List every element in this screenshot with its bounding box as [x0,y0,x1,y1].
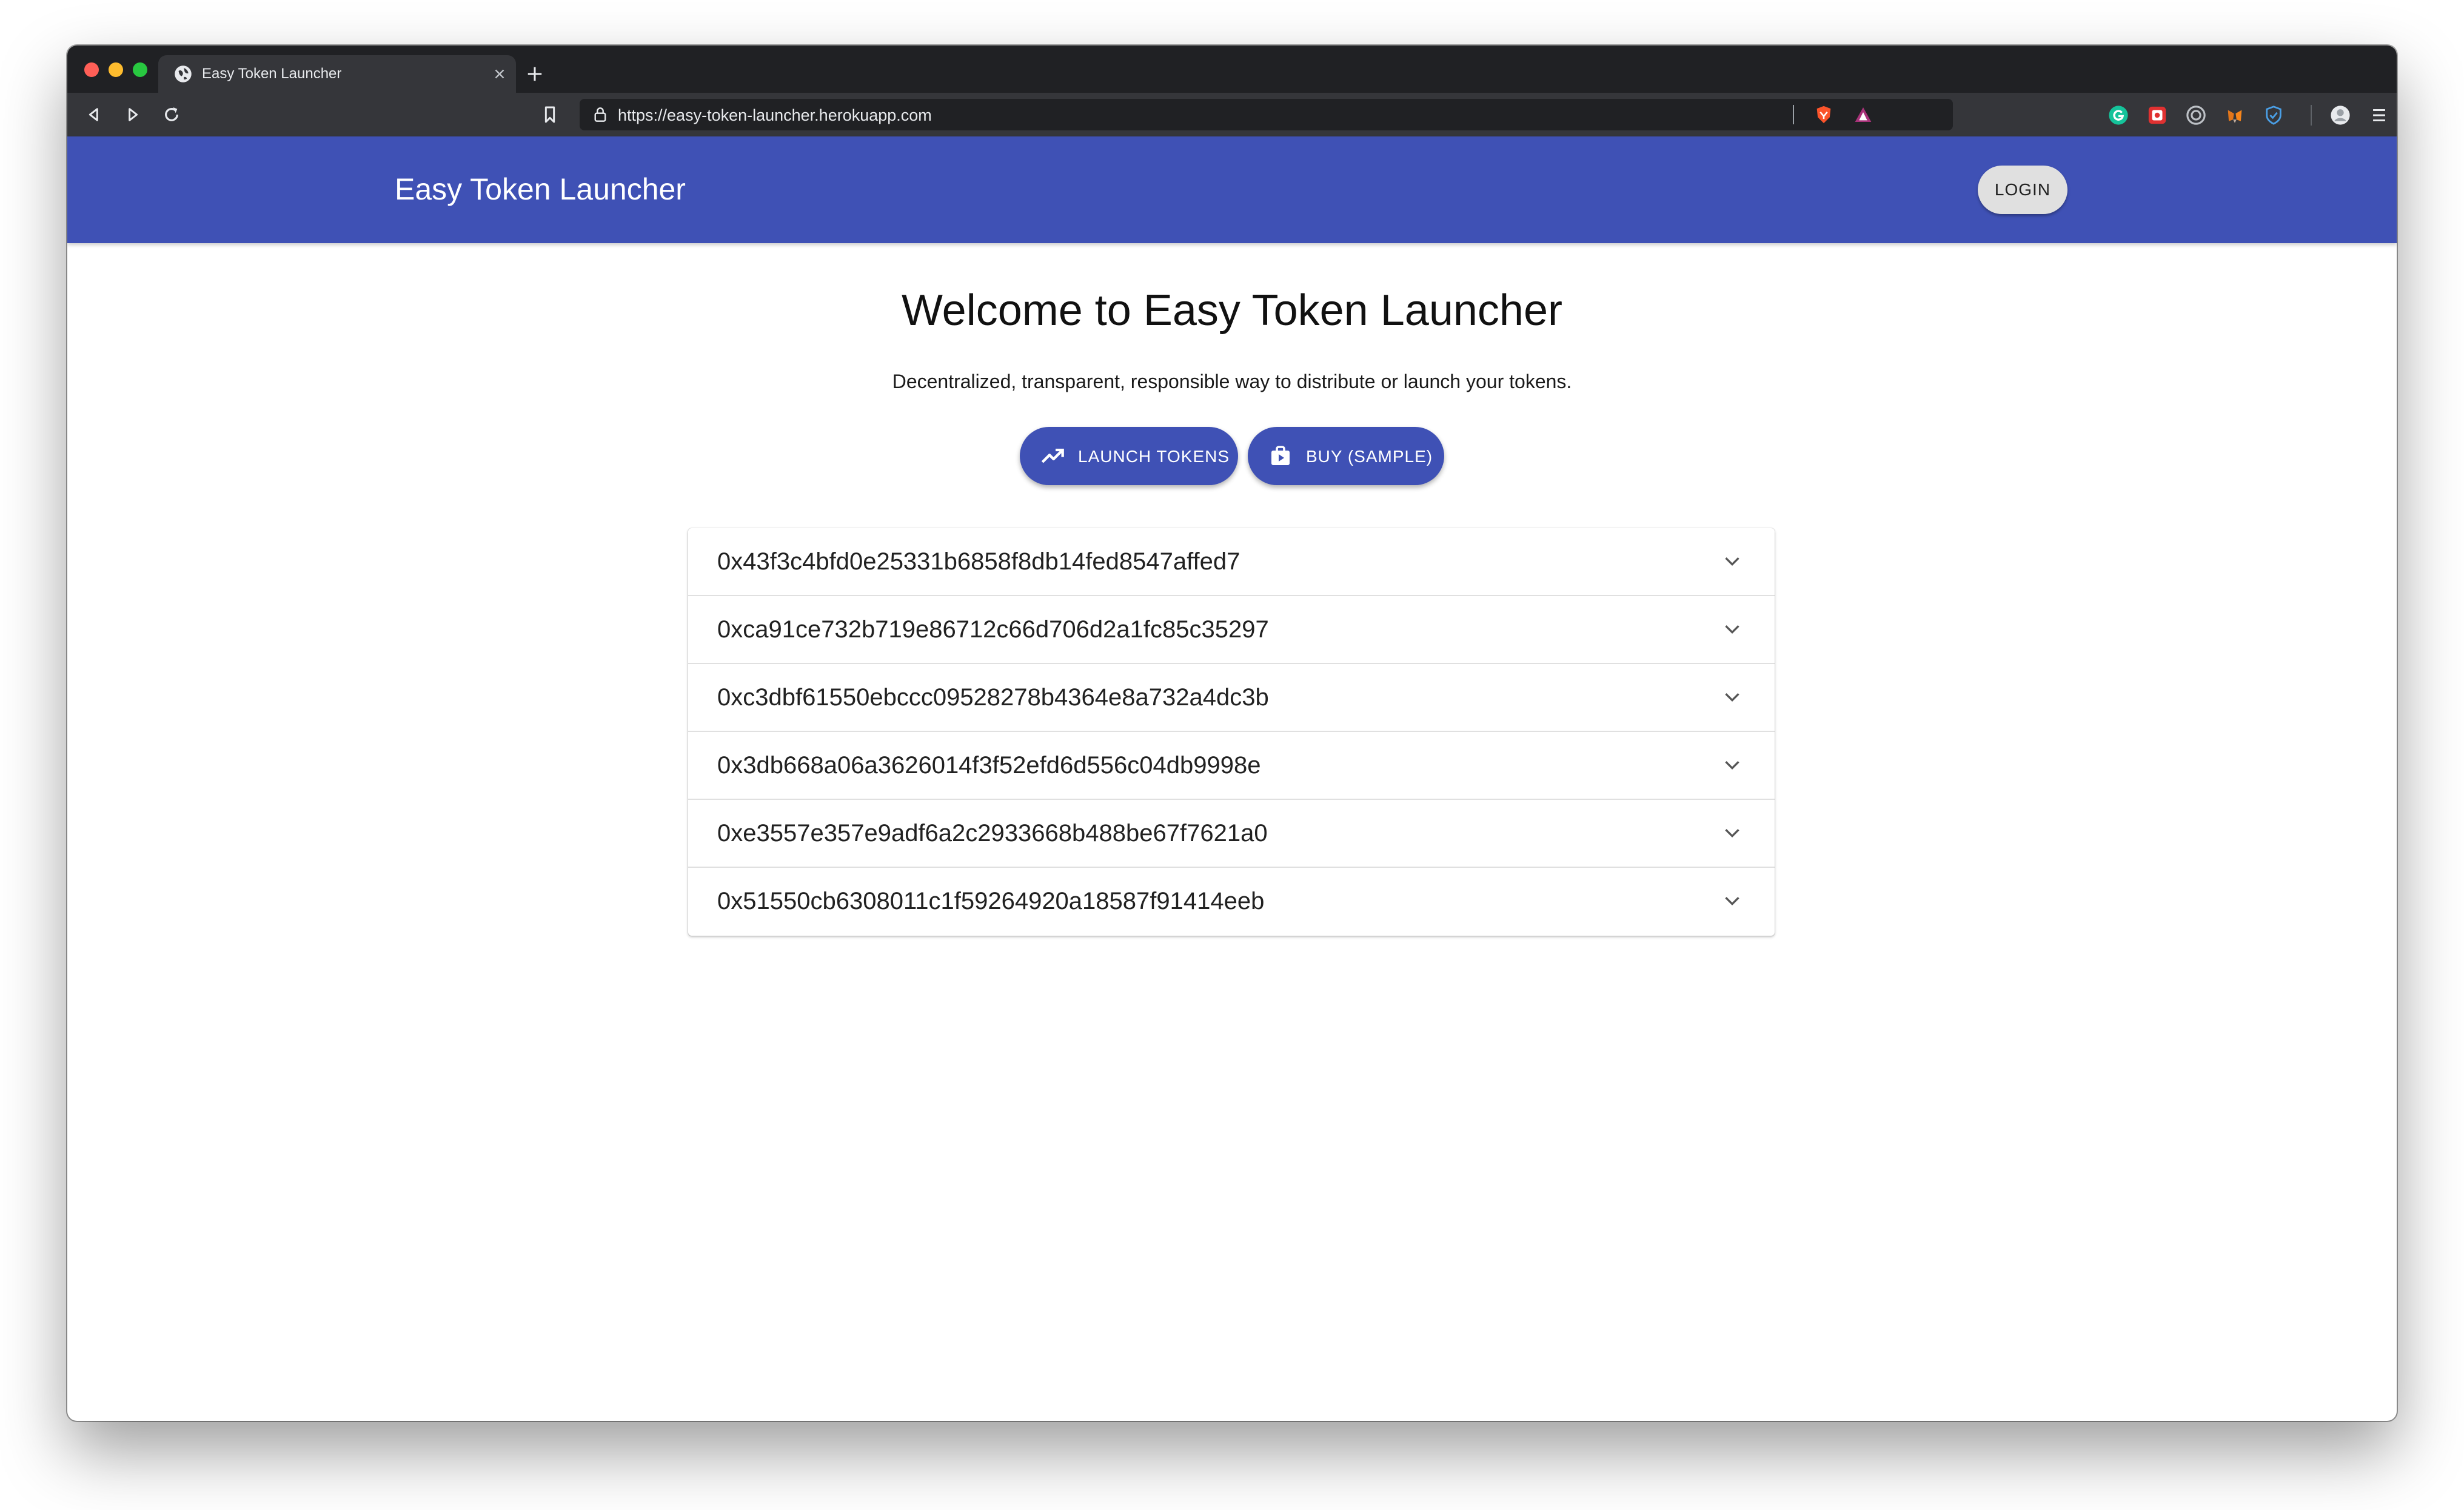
close-tab-icon[interactable] [492,66,507,82]
ext-red-icon[interactable] [2147,105,2168,126]
ext-target-icon[interactable] [2186,105,2206,126]
globe-icon [175,65,192,82]
expand-more-icon[interactable] [1724,555,1741,568]
brave-shields-icon[interactable] [1813,104,1834,125]
app-bar: Easy Token Launcher LOGIN [67,136,2397,243]
launch-tokens-button[interactable]: LAUNCH TOKENS [1020,427,1238,485]
browser-toolbar: https://easy-token-launcher.herokuapp.co… [67,93,2397,136]
menu-icon[interactable] [2369,105,2389,126]
grammarly-icon[interactable] [2108,105,2129,126]
expand-more-icon[interactable] [1724,623,1741,636]
tab-title: Easy Token Launcher [202,65,342,82]
token-row[interactable]: 0xca91ce732b719e86712c66d706d2a1fc85c352… [688,596,1775,664]
token-row[interactable]: 0x43f3c4bfd0e25331b6858f8db14fed8547affe… [688,528,1775,596]
url-text: https://easy-token-launcher.herokuapp.co… [618,106,932,124]
expand-more-icon[interactable] [1724,691,1741,704]
expand-more-icon[interactable] [1724,894,1741,908]
tab-easy-token-launcher[interactable]: Easy Token Launcher [158,55,516,93]
buy-sample-label: BUY (SAMPLE) [1306,447,1433,466]
minimize-window-button[interactable] [109,62,123,77]
token-address: 0xc3dbf61550ebccc09528278b4364e8a732a4dc… [717,684,1269,711]
trending-up-icon [1041,448,1064,463]
launch-tokens-label: LAUNCH TOKENS [1078,447,1230,466]
url-divider [1793,105,1794,124]
expand-more-icon[interactable] [1724,827,1741,840]
token-row[interactable]: 0xc3dbf61550ebccc09528278b4364e8a732a4dc… [688,664,1775,732]
token-address: 0xe3557e357e9adf6a2c2933668b488be67f7621… [717,820,1268,847]
token-accordion: 0x43f3c4bfd0e25331b6858f8db14fed8547affe… [688,528,1775,936]
profile-avatar[interactable] [2330,105,2351,126]
shop-icon [1271,446,1290,465]
token-address: 0x51550cb6308011c1f59264920a18587f91414e… [717,888,1265,914]
new-tab-icon[interactable] [526,65,544,83]
bookmark-icon[interactable] [540,105,560,124]
shield-icon[interactable] [2263,105,2284,126]
page-subtitle: Decentralized, transparent, responsible … [892,371,1572,392]
close-window-button[interactable] [84,62,99,77]
token-row[interactable]: 0x3db668a06a3626014f3f52efd6d556c04db999… [688,732,1775,800]
browser-window: Easy Token Launcher https://easy-token-l… [67,45,2397,1421]
expand-more-icon[interactable] [1724,759,1741,772]
reload-icon[interactable] [162,105,181,124]
metamask-icon[interactable] [2225,105,2245,126]
page-title: Welcome to Easy Token Launcher [902,286,1562,335]
token-address: 0x3db668a06a3626014f3f52efd6d556c04db999… [717,752,1261,779]
tab-strip: Easy Token Launcher [67,45,2397,93]
token-address: 0x43f3c4bfd0e25331b6858f8db14fed8547affe… [717,548,1240,575]
address-bar[interactable]: https://easy-token-launcher.herokuapp.co… [580,99,1953,130]
brave-rewards-icon[interactable] [1853,105,1873,124]
lock-icon [594,107,606,122]
back-icon[interactable] [84,105,104,124]
buy-sample-button[interactable]: BUY (SAMPLE) [1248,427,1444,485]
maximize-window-button[interactable] [133,62,147,77]
app-title: Easy Token Launcher [395,172,686,206]
token-row[interactable]: 0x51550cb6308011c1f59264920a18587f91414e… [688,868,1775,936]
token-address: 0xca91ce732b719e86712c66d706d2a1fc85c352… [717,616,1269,643]
token-row[interactable]: 0xe3557e357e9adf6a2c2933668b488be67f7621… [688,800,1775,868]
forward-icon[interactable] [123,105,142,124]
login-button[interactable]: LOGIN [1978,166,2067,214]
toolbar-divider [2311,105,2312,126]
